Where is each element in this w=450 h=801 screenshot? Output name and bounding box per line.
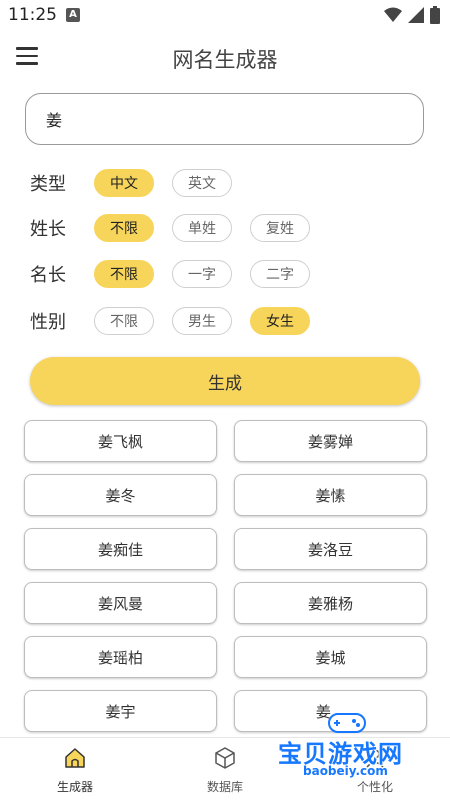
nav-item-generator[interactable]: 生成器 bbox=[35, 746, 115, 795]
result-item[interactable]: 姜城 bbox=[234, 636, 427, 678]
cube-icon bbox=[215, 747, 235, 769]
result-item[interactable]: 姜痴佳 bbox=[24, 528, 217, 570]
page-title: 网名生成器 bbox=[172, 48, 278, 72]
result-item[interactable]: 姜雅杨 bbox=[234, 582, 427, 624]
signal-icon bbox=[408, 7, 424, 23]
result-item[interactable]: 姜雾婵 bbox=[234, 420, 427, 462]
chip-gender-male[interactable]: 男生 bbox=[172, 307, 232, 335]
nav-item-database[interactable]: 数据库 bbox=[185, 746, 265, 795]
result-item[interactable]: 姜... bbox=[234, 690, 427, 732]
generate-button[interactable]: 生成 bbox=[30, 357, 420, 405]
option-row-gender: 性别 不限 男生 女生 bbox=[30, 306, 328, 336]
chip-type-english[interactable]: 英文 bbox=[172, 169, 232, 197]
status-icons bbox=[384, 6, 440, 24]
option-label-name-length: 名长 bbox=[30, 265, 66, 286]
result-item[interactable]: 姜宇 bbox=[24, 690, 217, 732]
option-row-surname-length: 姓长 不限 单姓 复姓 bbox=[30, 213, 328, 243]
result-item[interactable]: 姜风曼 bbox=[24, 582, 217, 624]
chip-gender-any[interactable]: 不限 bbox=[94, 307, 154, 335]
result-item[interactable]: 姜洛豆 bbox=[234, 528, 427, 570]
chip-surname-single[interactable]: 单姓 bbox=[172, 214, 232, 242]
result-item[interactable]: 姜愫 bbox=[234, 474, 427, 516]
option-label-surname-length: 姓长 bbox=[30, 219, 66, 240]
nav-label-generator: 生成器 bbox=[56, 780, 93, 794]
nav-label-database: 数据库 bbox=[206, 780, 243, 794]
chip-name-one-char[interactable]: 一字 bbox=[172, 260, 232, 288]
surname-input[interactable] bbox=[25, 93, 424, 145]
person-icon bbox=[366, 749, 384, 768]
battery-icon bbox=[430, 6, 440, 24]
chip-name-two-char[interactable]: 二字 bbox=[250, 260, 310, 288]
chip-surname-compound[interactable]: 复姓 bbox=[250, 214, 310, 242]
option-label-gender: 性别 bbox=[30, 312, 66, 333]
option-label-type: 类型 bbox=[30, 174, 66, 195]
option-row-name-length: 名长 不限 一字 二字 bbox=[30, 259, 328, 289]
option-row-type: 类型 中文 英文 bbox=[30, 168, 250, 198]
bottom-nav: 生成器 数据库 个性化 bbox=[0, 737, 450, 801]
nav-label-personalize: 个性化 bbox=[356, 780, 393, 794]
result-item[interactable]: 姜瑶柏 bbox=[24, 636, 217, 678]
app-bar: 网名生成器 bbox=[0, 30, 450, 86]
result-item[interactable]: 姜飞枫 bbox=[24, 420, 217, 462]
chip-surname-any[interactable]: 不限 bbox=[94, 214, 154, 242]
nav-item-personalize[interactable]: 个性化 bbox=[335, 746, 415, 795]
chip-name-any[interactable]: 不限 bbox=[94, 260, 154, 288]
result-item[interactable]: 姜冬 bbox=[24, 474, 217, 516]
chip-type-chinese[interactable]: 中文 bbox=[94, 169, 154, 197]
home-icon bbox=[65, 748, 85, 768]
status-bar: 11:25 A bbox=[0, 0, 450, 30]
status-time: 11:25 bbox=[8, 5, 57, 25]
notification-icon: A bbox=[66, 8, 80, 22]
chip-gender-female[interactable]: 女生 bbox=[250, 307, 310, 335]
wifi-icon bbox=[384, 7, 402, 22]
